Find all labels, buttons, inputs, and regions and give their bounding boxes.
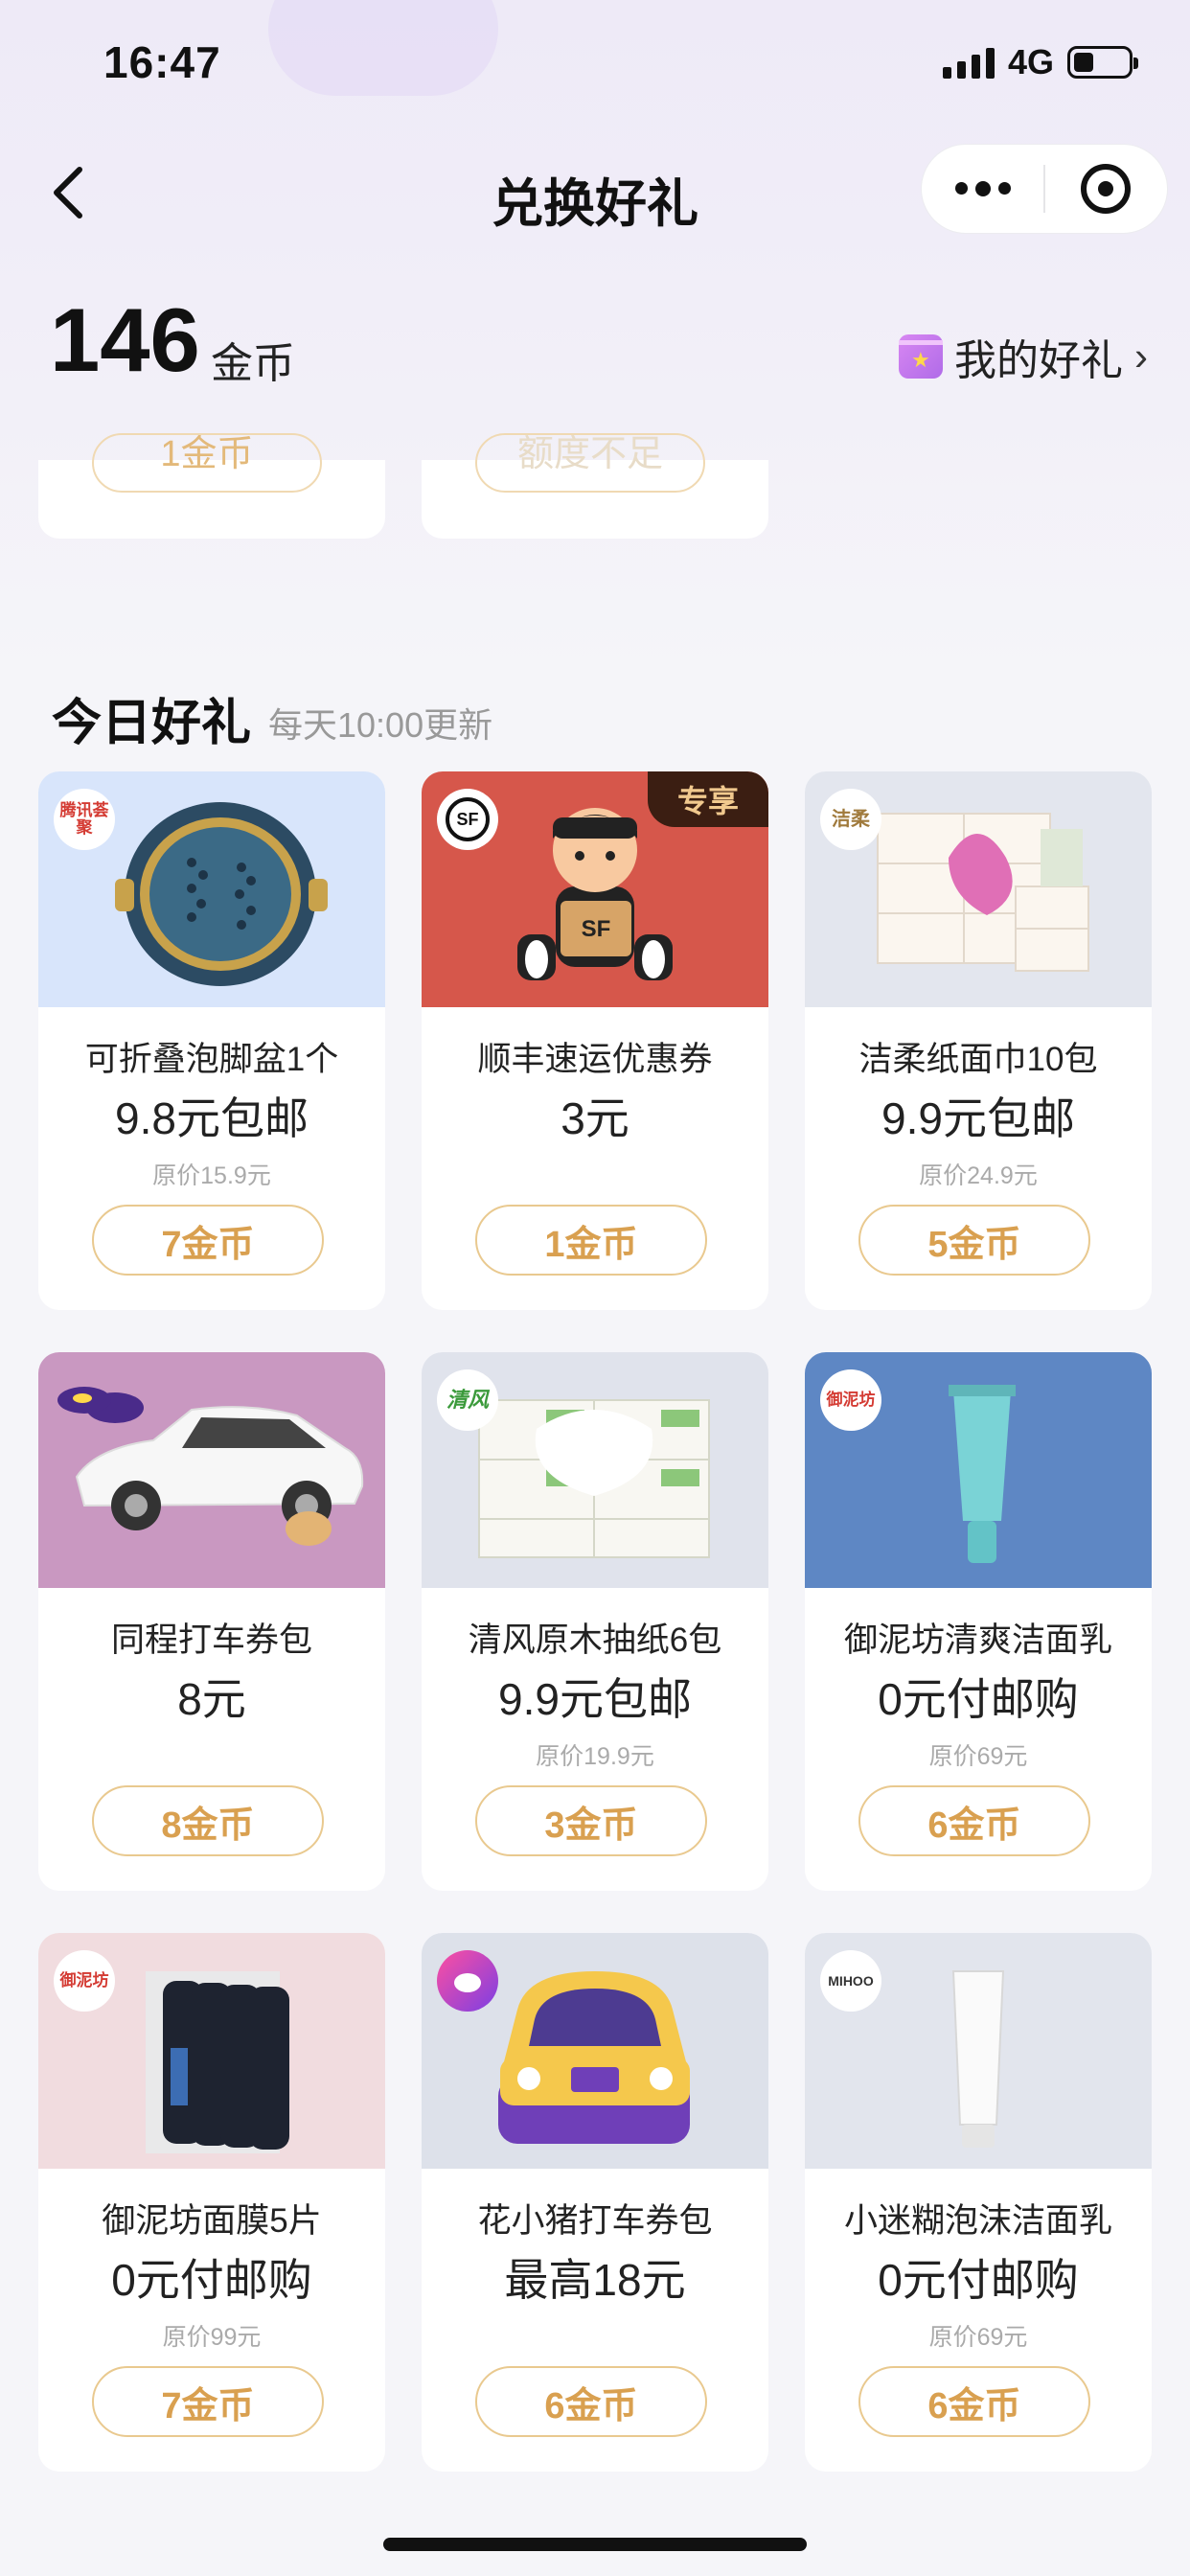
product-name: 小迷糊泡沫洁面乳 xyxy=(843,2202,1112,2240)
mini-program-capsule xyxy=(921,144,1168,234)
product-card[interactable]: 御泥坊 御泥坊清爽洁面乳 0元付邮购 原价69元 6金币 xyxy=(805,1352,1152,1891)
brand-logo: 御泥坊 xyxy=(820,1369,881,1431)
redeem-button[interactable]: 6金币 xyxy=(858,2366,1090,2437)
product-price: 0元付邮购 xyxy=(878,2255,1079,2305)
redeem-button-disabled: 额度不足 xyxy=(475,433,705,493)
redeem-button[interactable]: 7金币 xyxy=(92,1205,324,1276)
product-card[interactable]: 洁柔 洁柔纸面巾10包 9.9元包邮 原价24.9元 5金币 xyxy=(805,771,1152,1310)
exclusive-tag: 专享 xyxy=(648,771,768,827)
coin-unit: 金币 xyxy=(211,340,295,387)
brand-logo xyxy=(437,1950,498,2012)
redeem-button[interactable]: 8金币 xyxy=(92,1785,324,1856)
product-price: 9.9元包邮 xyxy=(498,1674,692,1724)
product-name: 花小猪打车券包 xyxy=(477,2202,713,2240)
redeem-button[interactable]: 5金币 xyxy=(858,1205,1090,1276)
product-price: 0元付邮购 xyxy=(878,1674,1079,1724)
home-indicator xyxy=(383,2538,807,2551)
svg-text:SF: SF xyxy=(582,916,611,942)
product-price: 3元 xyxy=(561,1093,629,1143)
signal-icon xyxy=(942,46,995,79)
status-time: 16:47 xyxy=(103,37,221,87)
product-name: 可折叠泡脚盆1个 xyxy=(84,1041,339,1078)
my-gifts-link[interactable]: ★ 我的好礼 › xyxy=(899,326,1148,387)
section-subtitle: 每天10:00更新 xyxy=(268,705,493,745)
product-name: 洁柔纸面巾10包 xyxy=(858,1041,1098,1078)
product-card[interactable]: 御泥坊 御泥坊面膜5片 0元付邮购 原价99元 7金币 xyxy=(38,1933,385,2472)
brand-logo: 腾讯荟聚 xyxy=(54,789,115,850)
partial-card: 1金币 xyxy=(38,433,385,539)
original-price: 原价99元 xyxy=(162,2324,262,2351)
product-price: 9.8元包邮 xyxy=(115,1093,309,1143)
redeem-button[interactable]: 1金币 xyxy=(475,1205,707,1276)
product-name: 同程打车券包 xyxy=(110,1622,312,1659)
product-price: 9.9元包邮 xyxy=(881,1093,1075,1143)
redeem-button[interactable]: 3金币 xyxy=(475,1785,707,1856)
redeem-button[interactable]: 1金币 xyxy=(92,433,322,493)
product-price: 0元付邮购 xyxy=(111,2255,312,2305)
brand-logo: 洁柔 xyxy=(820,789,881,850)
product-name: 御泥坊面膜5片 xyxy=(102,2202,322,2240)
product-price: 最高18元 xyxy=(504,2255,686,2305)
brand-logo: MIHOO xyxy=(820,1950,881,2012)
original-price: 原价24.9元 xyxy=(919,1162,1038,1189)
brand-logo: 御泥坊 xyxy=(54,1950,115,2012)
decorative-blob xyxy=(268,0,498,96)
redeem-button[interactable]: 6金币 xyxy=(858,1785,1090,1856)
original-price: 原价69元 xyxy=(928,1743,1028,1770)
gift-box-icon: ★ xyxy=(899,334,943,379)
product-card[interactable]: 花小猪打车券包 最高18元 6金币 xyxy=(422,1933,768,2472)
brand-logo xyxy=(54,1369,115,1431)
target-circle-icon xyxy=(1081,164,1132,214)
redeem-button[interactable]: 7金币 xyxy=(92,2366,324,2437)
section-title: 今日好礼 xyxy=(52,696,252,751)
my-gifts-label: 我的好礼 xyxy=(954,337,1123,384)
more-dots-icon xyxy=(954,180,1011,196)
chevron-right-icon: › xyxy=(1134,334,1148,379)
close-mini-program-button[interactable] xyxy=(1045,145,1167,233)
battery-icon xyxy=(1067,46,1138,79)
tongcheng-logo-icon xyxy=(57,1387,111,1414)
product-name: 御泥坊清爽洁面乳 xyxy=(843,1622,1112,1659)
product-name: 顺丰速运优惠券 xyxy=(477,1041,713,1078)
product-card[interactable]: 清风 清风原木抽纸6包 9.9元包邮 原价19.9元 3金币 xyxy=(422,1352,768,1891)
original-price: 原价69元 xyxy=(928,2324,1028,2351)
status-icons: 4G xyxy=(942,42,1138,82)
original-price: 原价19.9元 xyxy=(536,1743,654,1770)
pig-logo-icon xyxy=(454,1973,481,1992)
product-price: 8元 xyxy=(177,1674,246,1724)
product-name: 清风原木抽纸6包 xyxy=(468,1622,722,1659)
redeem-button[interactable]: 6金币 xyxy=(475,2366,707,2437)
original-price: 原价15.9元 xyxy=(152,1162,271,1189)
partial-card: 额度不足 xyxy=(422,433,768,539)
brand-logo: SF xyxy=(437,789,498,850)
network-type: 4G xyxy=(1007,42,1054,81)
coin-balance: 146 xyxy=(50,289,200,390)
product-card[interactable]: 同程打车券包 8元 8金币 xyxy=(38,1352,385,1891)
product-card[interactable]: 腾讯荟聚 可折叠泡脚盆1个 9.8元包邮 原价15.9元 7金币 xyxy=(38,771,385,1310)
product-card[interactable]: SF SF 专享 顺丰速运优惠券 3元 1金币 xyxy=(422,771,768,1310)
brand-logo: 清风 xyxy=(437,1369,498,1431)
product-card[interactable]: MIHOO 小迷糊泡沫洁面乳 0元付邮购 原价69元 6金币 xyxy=(805,1933,1152,2472)
more-button[interactable] xyxy=(922,145,1043,233)
